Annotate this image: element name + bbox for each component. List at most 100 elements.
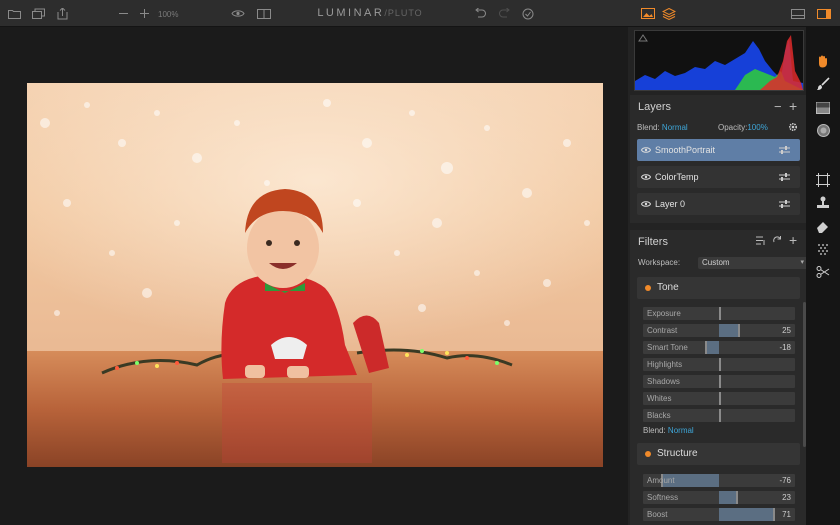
layer-row[interactable]: SmoothPortrait: [637, 139, 800, 161]
structure-filter-header[interactable]: Structure: [637, 443, 800, 465]
slider-knob[interactable]: [719, 375, 721, 388]
slider-knob[interactable]: [736, 491, 739, 504]
slider-knob[interactable]: [705, 341, 708, 354]
slider-knob[interactable]: [719, 392, 721, 405]
visibility-eye-icon[interactable]: [641, 173, 651, 181]
slider-label: Exposure: [647, 309, 681, 318]
tone-filter-header[interactable]: Tone: [637, 277, 800, 299]
slider-amount[interactable]: Amount -76: [643, 474, 795, 487]
noise-icon[interactable]: [814, 240, 832, 258]
brand-edition: /PLUTO: [384, 8, 423, 18]
slider-blacks[interactable]: Blacks: [643, 409, 795, 422]
folder-icon[interactable]: [6, 0, 22, 27]
zoom-in-icon[interactable]: [137, 0, 151, 27]
hand-icon[interactable]: [814, 52, 832, 70]
layer-adjust-icon[interactable]: [779, 146, 790, 154]
opacity-label: Opacity:: [718, 123, 748, 132]
layers-blend-row: Blend: Normal: [637, 123, 688, 132]
layer-adjust-icon[interactable]: [779, 200, 790, 208]
stack-icon[interactable]: [660, 0, 678, 27]
layers-blend-label: Blend:: [637, 123, 660, 132]
workspace-row: Workspace: Custom ▾: [638, 257, 808, 269]
photo-preview[interactable]: [27, 83, 603, 467]
panel-bottom-icon[interactable]: [789, 0, 807, 27]
slider-knob[interactable]: [719, 358, 721, 371]
slider-value: 25: [782, 326, 791, 335]
brush-icon[interactable]: [814, 75, 832, 93]
layers-title: Layers: [638, 101, 672, 113]
slider-whites[interactable]: Whites: [643, 392, 795, 405]
slider-value: 71: [782, 510, 791, 519]
check-icon[interactable]: [520, 0, 536, 27]
visibility-eye-icon[interactable]: [641, 146, 651, 154]
panel-right-icon[interactable]: [815, 0, 833, 27]
tone-blend-label: Blend:: [643, 426, 666, 435]
refresh-icon[interactable]: [772, 235, 782, 247]
layers-copy-icon[interactable]: [30, 0, 46, 27]
image-icon[interactable]: [639, 0, 657, 27]
crop-icon[interactable]: [814, 171, 832, 189]
layer-row[interactable]: ColorTemp: [637, 166, 800, 188]
eraser-icon[interactable]: [814, 217, 832, 235]
image-canvas[interactable]: [0, 27, 628, 525]
slider-highlights[interactable]: Highlights: [643, 358, 795, 371]
layer-name: ColorTemp: [655, 172, 699, 182]
histogram: [634, 30, 804, 91]
add-filter-icon[interactable]: +: [789, 232, 797, 248]
layers-section: Layers − + Blend: Normal Opacity:100% Sm…: [630, 95, 806, 223]
opacity-row: Opacity:100%: [718, 123, 768, 132]
slider-label: Highlights: [647, 360, 683, 369]
zoom-out-icon[interactable]: [116, 0, 130, 27]
compare-icon[interactable]: [255, 0, 273, 27]
scissors-icon[interactable]: [814, 263, 832, 281]
slider-fill: [705, 341, 719, 354]
slider-label: Softness: [647, 493, 679, 502]
remove-layer-icon[interactable]: −: [774, 99, 782, 114]
tone-title: Tone: [657, 282, 679, 293]
layer-name: SmoothPortrait: [655, 145, 716, 155]
export-icon[interactable]: [54, 0, 70, 27]
layer-adjust-icon[interactable]: [779, 173, 790, 181]
gear-icon[interactable]: [788, 122, 798, 134]
structure-status-dot[interactable]: [645, 451, 651, 457]
gradient-icon[interactable]: [814, 99, 832, 117]
slider-fill: [719, 508, 773, 521]
visibility-eye-icon[interactable]: [641, 200, 651, 208]
stamp-icon[interactable]: [814, 194, 832, 212]
slider-knob[interactable]: [719, 307, 721, 320]
add-layer-icon[interactable]: +: [789, 98, 797, 114]
slider-knob[interactable]: [772, 508, 775, 521]
slider-exposure[interactable]: Exposure: [643, 307, 795, 320]
workspace-select[interactable]: Custom ▾: [698, 257, 808, 269]
layer-row[interactable]: Layer 0: [637, 193, 800, 215]
slider-value: -18: [779, 343, 791, 352]
workspace-label: Workspace:: [638, 258, 681, 267]
structure-title: Structure: [657, 448, 698, 459]
undo-icon[interactable]: [472, 0, 488, 27]
layers-blend-value[interactable]: Normal: [662, 123, 688, 132]
slider-boost[interactable]: Boost 71: [643, 508, 795, 521]
slider-shadows[interactable]: Shadows: [643, 375, 795, 388]
redo-icon[interactable]: [497, 0, 513, 27]
opacity-value[interactable]: 100%: [747, 123, 767, 132]
app-title: LUMINAR/PLUTO: [310, 7, 430, 19]
workspace-value: Custom: [702, 258, 730, 267]
slider-label: Smart Tone: [647, 343, 688, 352]
slider-fill: [719, 324, 738, 337]
slider-softness[interactable]: Softness 23: [643, 491, 795, 504]
radial-icon[interactable]: [814, 121, 832, 139]
slider-smart-tone[interactable]: Smart Tone -18: [643, 341, 795, 354]
chevron-down-icon: ▾: [800, 259, 804, 266]
filters-title: Filters: [638, 236, 668, 248]
filter-list-icon[interactable]: [756, 236, 766, 247]
slider-contrast[interactable]: Contrast 25: [643, 324, 795, 337]
eye-icon[interactable]: [229, 0, 247, 27]
tone-status-dot[interactable]: [645, 285, 651, 291]
slider-knob[interactable]: [738, 324, 740, 337]
tone-blend-value[interactable]: Normal: [668, 426, 694, 435]
slider-label: Boost: [647, 510, 668, 519]
slider-label: Contrast: [647, 326, 678, 335]
zoom-level[interactable]: 100%: [158, 10, 178, 19]
slider-knob[interactable]: [719, 409, 721, 422]
brand-name: LUMINAR: [317, 7, 385, 19]
